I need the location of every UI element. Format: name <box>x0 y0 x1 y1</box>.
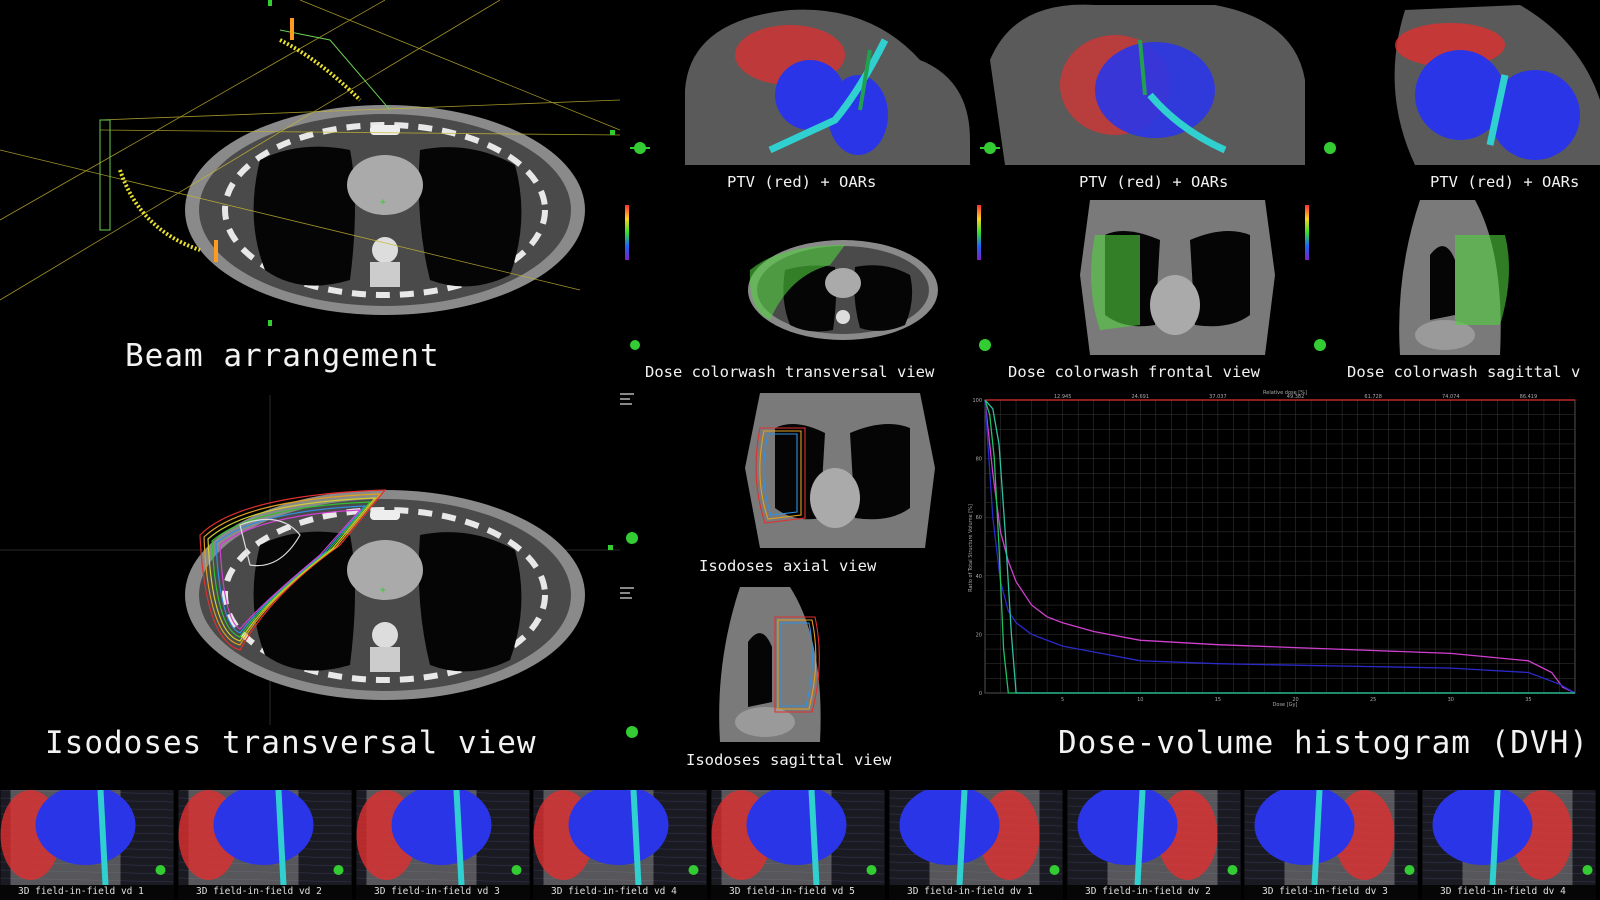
dvh-y-tick: 40 <box>976 574 982 580</box>
thumbnail-render <box>0 790 174 885</box>
dvh-top-tick: 12.945 <box>1054 394 1072 400</box>
dvh-y-tick: 100 <box>972 398 982 404</box>
svg-text:+: + <box>380 585 386 596</box>
dvh-top-tick: 86.419 <box>1520 394 1538 400</box>
caption-colorwash-frontal: Dose colorwash frontal view <box>1008 363 1260 381</box>
thumbnail-view[interactable] <box>178 790 352 900</box>
dvh-top-tick: 74.074 <box>1442 394 1460 400</box>
dvh-tick-labels: 5 10 15 20 25 30 3502040608010012.945 24.691 37.… <box>972 394 1537 703</box>
dvh-y-axis-label: Ratio of Total Structure Volume [%] <box>968 504 974 592</box>
dvh-x-axis-label: Dose [Gy] <box>1273 702 1298 708</box>
caption-ptv-oars-3: PTV (red) + OARs <box>1430 173 1580 191</box>
dvh-x-tick: 15 <box>1215 697 1221 703</box>
thumbnail-label: 3D field-in-field vd 1 <box>18 886 144 897</box>
svg-text:+: + <box>380 197 386 208</box>
thumbnail-view[interactable] <box>1244 790 1418 900</box>
isodoses-axial-viewport[interactable] <box>620 388 960 558</box>
dvh-x-tick: 25 <box>1370 697 1376 703</box>
thumbnail-render <box>889 790 1063 885</box>
thumbnail-view[interactable] <box>0 790 174 900</box>
thumbnail-label: 3D field-in-field dv 3 <box>1262 886 1388 897</box>
dvh-chart-svg: 5 10 15 20 25 30 3502040608010012.945 24.691 37.… <box>968 390 1576 708</box>
thumbnail-label: 3D field-in-field dv 1 <box>907 886 1033 897</box>
thumbnail-view[interactable] <box>889 790 1063 900</box>
thumbnail-label: 3D field-in-field dv 2 <box>1085 886 1211 897</box>
dvh-y-tick: 20 <box>976 632 982 638</box>
thumbnail-view[interactable] <box>711 790 885 900</box>
thumbnail-view[interactable] <box>533 790 707 900</box>
beam-arrangement-viewport[interactable]: + <box>0 0 620 340</box>
thumbnail-render <box>356 790 530 885</box>
thumbnail-label: 3D field-in-field vd 3 <box>374 886 500 897</box>
colorwash-frontal-viewport[interactable] <box>975 195 1305 363</box>
dvh-top-tick: 24.691 <box>1132 394 1150 400</box>
caption-isodoses-axial: Isodoses axial view <box>699 557 877 575</box>
3d-ptv-view-3[interactable] <box>1320 0 1600 170</box>
thumbnail-view[interactable] <box>1067 790 1241 900</box>
thumbnail-render <box>178 790 352 885</box>
thumbnail-label: 3D field-in-field vd 5 <box>729 886 855 897</box>
thumbnail-render <box>533 790 707 885</box>
3d-ptv-view-1[interactable] <box>620 0 975 170</box>
dvh-grid <box>984 399 1576 694</box>
dvh-x-tick: 30 <box>1448 697 1454 703</box>
thumbnail-label: 3D field-in-field vd 2 <box>196 886 322 897</box>
caption-ptv-oars-2: PTV (red) + OARs <box>1079 173 1229 191</box>
caption-dvh: Dose-volume histogram (DVH) <box>1058 725 1589 761</box>
caption-ptv-oars-1: PTV (red) + OARs <box>727 173 877 191</box>
thumbnail-render <box>1244 790 1418 885</box>
colorwash-transversal-viewport[interactable] <box>620 195 975 363</box>
dvh-x-tick: 5 <box>1061 697 1064 703</box>
colorwash-sagittal-viewport[interactable] <box>1305 195 1600 363</box>
dvh-x-tick: 10 <box>1137 697 1143 703</box>
thumbnail-label: 3D field-in-field dv 4 <box>1440 886 1566 897</box>
dvh-chart[interactable]: 5 10 15 20 25 30 35 0 20 40 60 80 100 12.945 24.691 37.… <box>960 388 1600 713</box>
dvh-top-tick: 37.037 <box>1209 394 1227 400</box>
isodoses-transversal-viewport[interactable]: + <box>0 395 620 725</box>
3d-ptv-view-2[interactable] <box>975 0 1320 170</box>
dvh-top-tick: 61.728 <box>1364 394 1382 400</box>
caption-isodoses-transversal: Isodoses transversal view <box>45 725 537 761</box>
thumbnail-label: 3D field-in-field vd 4 <box>551 886 677 897</box>
dvh-y-tick: 60 <box>976 515 982 521</box>
caption-colorwash-sagittal: Dose colorwash sagittal v <box>1347 363 1581 381</box>
thumbnail-render <box>1067 790 1241 885</box>
caption-beam-arrangement: Beam arrangement <box>125 338 440 374</box>
thumbnail-render <box>1422 790 1596 885</box>
thumbnail-view[interactable] <box>1422 790 1596 900</box>
caption-isodoses-sagittal: Isodoses sagittal view <box>686 751 892 769</box>
dvh-y-tick: 0 <box>979 691 982 697</box>
dvh-top-axis-label: Relative dose [%] <box>1263 390 1307 396</box>
isodoses-sagittal-viewport[interactable] <box>620 582 960 747</box>
thumbnail-render <box>711 790 885 885</box>
caption-colorwash-transversal: Dose colorwash transversal view <box>645 363 935 381</box>
thumbnail-view[interactable] <box>356 790 530 900</box>
dvh-y-tick: 80 <box>976 457 982 463</box>
dvh-x-tick: 35 <box>1525 697 1531 703</box>
